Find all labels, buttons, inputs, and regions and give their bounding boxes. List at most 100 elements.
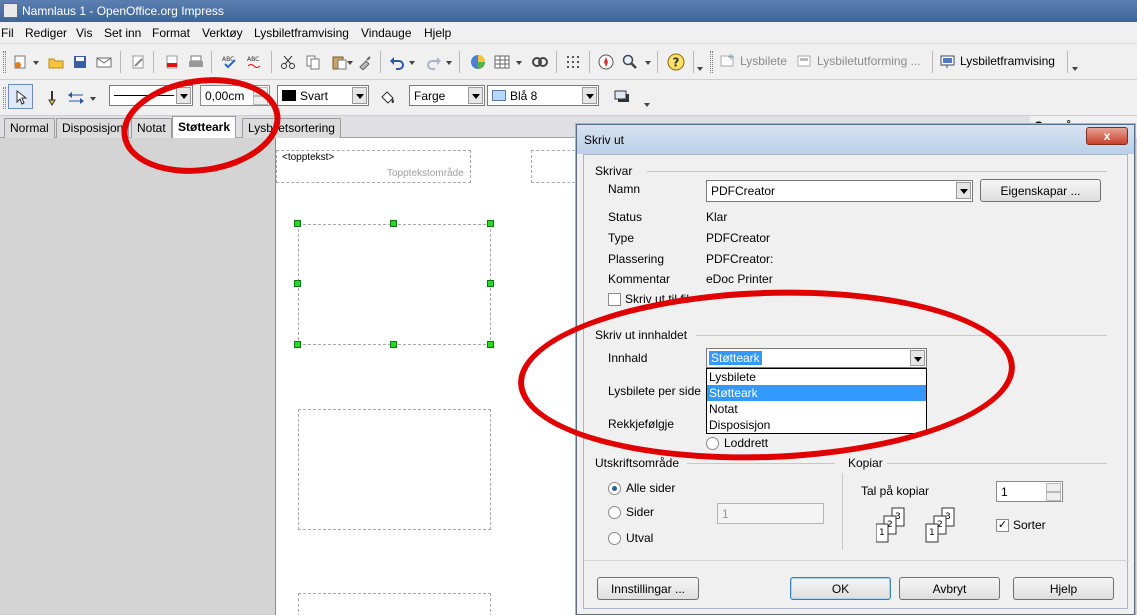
undo-icon[interactable] [387, 52, 407, 72]
selection-handle[interactable] [294, 220, 301, 227]
selection-handle[interactable] [294, 280, 301, 287]
select-pointer-icon[interactable] [8, 84, 33, 109]
selection-handle[interactable] [487, 220, 494, 227]
navigator-compass-icon[interactable] [596, 52, 616, 72]
export-pdf-icon[interactable] [162, 52, 182, 72]
arrow-style-icon[interactable] [66, 88, 86, 108]
lysbilete-label: Lysbilete [740, 54, 787, 68]
spin-down-icon[interactable] [1046, 492, 1061, 501]
menu-fil[interactable]: Fil [1, 26, 14, 40]
selection-handle[interactable] [487, 280, 494, 287]
toolbar-grip[interactable] [3, 51, 6, 73]
chevron-down-icon[interactable] [352, 87, 367, 104]
slide-placeholder-3[interactable] [298, 593, 491, 615]
save-icon[interactable] [70, 52, 90, 72]
email-icon[interactable] [94, 52, 114, 72]
menu-hjelp[interactable]: Hjelp [424, 26, 451, 40]
grid-icon[interactable] [563, 52, 583, 72]
printer-name-select[interactable]: PDFCreator [706, 180, 973, 202]
redo-icon[interactable] [424, 52, 444, 72]
comment-label: Kommentar [608, 272, 671, 286]
area-fill-icon[interactable] [378, 88, 398, 108]
close-icon[interactable]: x [1086, 127, 1128, 145]
table-icon[interactable] [492, 52, 512, 72]
chevron-down-icon[interactable] [582, 87, 597, 104]
undo-dropdown-icon[interactable] [409, 61, 415, 65]
shadow-icon[interactable] [613, 88, 633, 108]
pages-radio[interactable] [608, 506, 621, 519]
new-document-icon[interactable] [10, 52, 30, 72]
table-dropdown-icon[interactable] [516, 61, 522, 65]
app-icon [3, 3, 18, 18]
lysbiletframvising-button[interactable]: Lysbiletframvising [940, 51, 1055, 71]
selection-radio[interactable] [608, 532, 621, 545]
options-button[interactable]: Innstillingar ... [597, 577, 699, 600]
toolbar-grip[interactable] [710, 51, 713, 73]
selection-handle[interactable] [390, 220, 397, 227]
chevron-down-icon[interactable] [468, 87, 483, 104]
toolbar-overflow-icon[interactable] [1072, 67, 1078, 71]
line-style-icon[interactable] [42, 88, 62, 108]
zoom-dropdown-icon[interactable] [645, 61, 651, 65]
line-color-select[interactable]: Svart [277, 85, 369, 106]
menu-lysbiletframvising[interactable]: Lysbiletframvising [254, 26, 349, 40]
collate-checkbox[interactable]: ✓ [996, 519, 1009, 532]
cancel-button[interactable]: Avbryt [899, 577, 1000, 600]
chevron-down-icon[interactable] [956, 182, 971, 199]
area-color-select[interactable]: Blå 8 [487, 85, 599, 106]
help-button[interactable]: Hjelp [1013, 577, 1114, 600]
chart-icon[interactable] [468, 52, 488, 72]
print-to-file-checkbox[interactable] [608, 293, 621, 306]
lysbilete-button[interactable]: Lysbilete [720, 51, 787, 71]
menu-verktoy[interactable]: Verktøy [202, 26, 243, 40]
open-folder-icon[interactable] [46, 52, 66, 72]
autospellcheck-icon[interactable]: ABC [245, 52, 265, 72]
selection-handle[interactable] [487, 341, 494, 348]
tab-normal[interactable]: Normal [4, 118, 55, 138]
color-swatch-blue8 [492, 90, 506, 101]
lysbiletutforming-button[interactable]: Lysbiletutforming ... [797, 51, 921, 71]
dialog-title-bar[interactable]: Skriv ut x [577, 125, 1134, 154]
edit-file-icon[interactable] [128, 52, 148, 72]
area-style-select[interactable]: Farge [409, 85, 485, 106]
help-icon[interactable]: ? [666, 52, 686, 72]
printer-group-label: Skrivar [595, 164, 633, 178]
cut-icon[interactable] [278, 52, 298, 72]
dialog-title: Skriv ut [584, 133, 625, 147]
properties-button[interactable]: Eigenskapar ... [980, 179, 1101, 202]
menu-rediger[interactable]: Rediger [25, 26, 67, 40]
copies-count-field[interactable]: 1 [996, 481, 1063, 502]
spin-up-icon[interactable] [1046, 483, 1061, 492]
menu-set-inn[interactable]: Set inn [104, 26, 141, 40]
tab-disposisjon[interactable]: Disposisjon [56, 118, 130, 138]
toolbar-overflow-icon[interactable] [644, 103, 650, 107]
print-icon[interactable] [186, 52, 206, 72]
slide-placeholder-1[interactable] [298, 224, 491, 345]
redo-dropdown-icon[interactable] [446, 61, 452, 65]
printer-name-value: PDFCreator [711, 184, 776, 198]
range-group-label: Utskriftsområde [595, 456, 680, 470]
menu-format[interactable]: Format [152, 26, 190, 40]
new-dropdown-icon[interactable] [33, 61, 39, 65]
navigator-icon[interactable] [530, 52, 550, 72]
spellcheck-icon[interactable]: ABC [220, 52, 240, 72]
all-pages-radio[interactable] [608, 482, 621, 495]
paste-dropdown-icon[interactable] [347, 61, 353, 65]
menu-vis[interactable]: Vis [76, 26, 92, 40]
window-title: Namnlaus 1 - OpenOffice.org Impress [22, 4, 224, 18]
header-area[interactable]: <topptekst> Topptekstområde [276, 150, 471, 183]
status-value: Klar [706, 210, 728, 224]
slide-placeholder-2[interactable] [298, 409, 491, 530]
copy-icon[interactable] [303, 52, 323, 72]
format-paintbrush-icon[interactable] [355, 52, 375, 72]
toolbar-overflow-icon[interactable] [697, 67, 703, 71]
selection-handle[interactable] [294, 341, 301, 348]
menu-vindauge[interactable]: Vindauge [361, 26, 412, 40]
arrow-style-dropdown-icon[interactable] [90, 97, 96, 101]
selection-handle[interactable] [390, 341, 397, 348]
ok-button[interactable]: OK [790, 577, 891, 600]
zoom-icon[interactable] [620, 52, 640, 72]
paste-icon[interactable] [329, 52, 349, 72]
pages-input[interactable]: 1 [717, 503, 824, 524]
toolbar-grip[interactable] [3, 87, 6, 109]
